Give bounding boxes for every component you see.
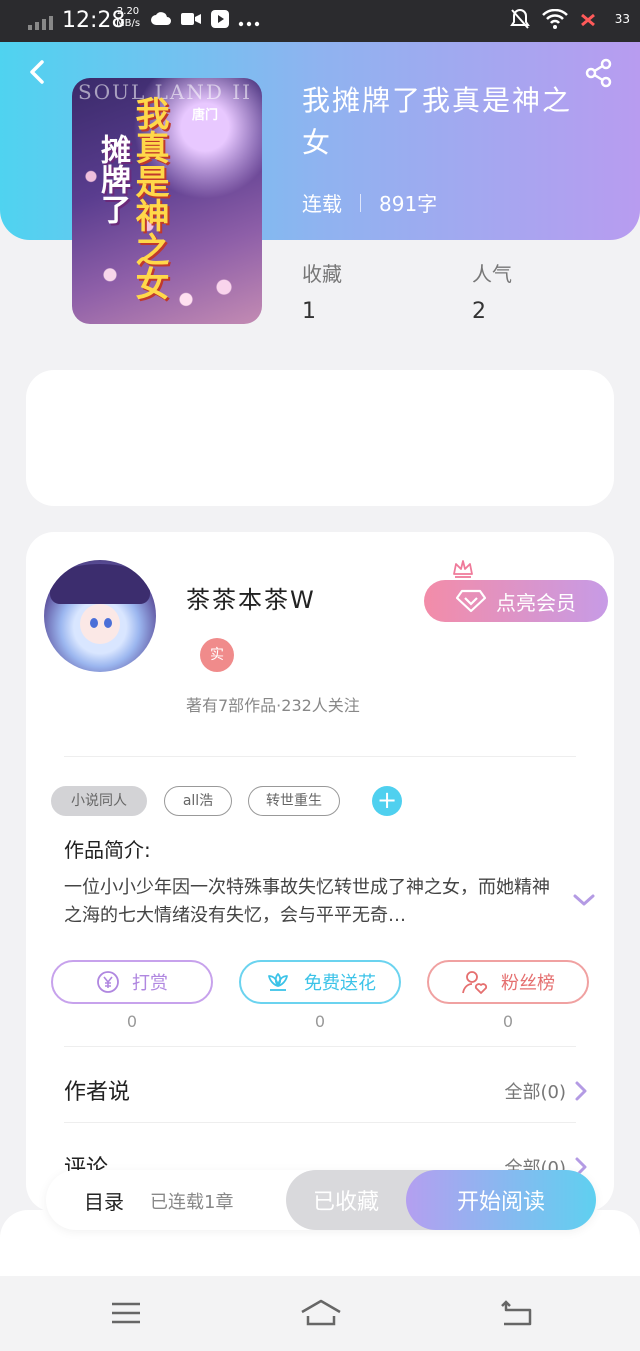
yen-icon — [97, 971, 119, 993]
vip-button[interactable]: 点亮会员 — [424, 580, 608, 622]
notification-icons — [150, 9, 260, 33]
divider — [64, 1046, 576, 1047]
crown-icon — [453, 560, 473, 578]
chevron-down-icon[interactable] — [572, 890, 596, 910]
intro-text: 一位小小少年因一次特殊事故失忆转世成了神之女，而她精神之海的七大情绪没有失忆，会… — [64, 877, 550, 926]
divider — [64, 1122, 576, 1123]
start-reading-button[interactable]: 开始阅读 — [406, 1170, 596, 1230]
author-says-all-label: 全部(0) — [504, 1082, 567, 1103]
tag-item[interactable]: 转世重生 — [248, 786, 340, 816]
vip-label: 点亮会员 — [496, 590, 576, 615]
network-speed-value: 2.20 — [116, 6, 140, 17]
video-icon — [180, 11, 202, 31]
chevron-right-icon — [575, 1081, 587, 1101]
meta-divider — [360, 193, 361, 212]
avatar-eye — [90, 618, 98, 628]
flower-icon — [268, 973, 288, 991]
favorites-label: 收藏 — [302, 262, 342, 286]
collected-label: 已收藏 — [312, 1190, 379, 1215]
tip-button[interactable]: 打赏 — [51, 960, 213, 1004]
cover-author: 唐门 — [192, 108, 219, 123]
book-cover[interactable]: SOUL LAND II 我真是神之女 摊牌了 唐门 — [72, 78, 262, 324]
wifi-icon — [542, 8, 568, 33]
tip-label: 打赏 — [132, 973, 168, 994]
avatar-face — [80, 604, 120, 644]
avatar[interactable] — [44, 560, 156, 672]
tag-item[interactable]: all浩 — [164, 786, 232, 816]
catalog-button[interactable]: 目录 — [84, 1186, 124, 1215]
book-title: 我摊牌了我真是神之女 — [302, 84, 573, 159]
fan-count: 0 — [502, 1012, 514, 1031]
avatar-hat — [50, 564, 150, 604]
back-nav-icon[interactable] — [498, 1298, 534, 1328]
cover-title-secondary: 摊牌了 — [95, 134, 130, 224]
network-speed: 2.20 MB/s — [116, 6, 140, 30]
add-tag-button[interactable]: + — [372, 786, 402, 816]
book-meta: 连载 891字 — [302, 188, 437, 217]
battery-level: 33 — [614, 12, 630, 26]
popularity-label: 人气 — [472, 262, 512, 286]
menu-icon[interactable] — [108, 1298, 144, 1328]
favorites-value: 1 — [302, 299, 316, 324]
book-status: 连载 — [302, 192, 342, 216]
author-name[interactable]: 茶茶本茶W — [186, 580, 316, 615]
chevron-left-icon — [30, 60, 44, 84]
flower-count: 0 — [314, 1012, 326, 1031]
start-reading-label: 开始阅读 — [456, 1190, 545, 1215]
mute-bell-icon — [510, 8, 530, 34]
intro-title: 作品简介: — [64, 838, 151, 862]
send-flower-button[interactable]: 免费送花 — [239, 960, 401, 1004]
send-flower-label: 免费送花 — [304, 973, 376, 994]
tag-item[interactable]: 小说同人 — [51, 786, 147, 816]
word-count: 891字 — [379, 192, 438, 216]
fan-icon — [462, 971, 488, 994]
network-speed-unit: MB/s — [116, 18, 141, 29]
diamond-icon — [456, 589, 486, 613]
popularity-stat: 人气 2 — [472, 258, 512, 324]
cloud-icon — [150, 11, 172, 31]
status-right-icons — [510, 8, 596, 34]
back-button[interactable] — [24, 58, 52, 86]
author-says-title: 作者说 — [64, 1080, 131, 1105]
home-icon[interactable] — [300, 1298, 342, 1328]
cover-title: 我真是神之女 — [129, 96, 169, 300]
play-icon — [210, 9, 230, 33]
more-dots-icon — [238, 12, 260, 31]
popularity-value: 2 — [472, 299, 486, 324]
tip-count: 0 — [126, 1012, 138, 1031]
chapter-count: 已连载1章 — [150, 1192, 234, 1213]
fan-rank-button[interactable]: 粉丝榜 — [427, 960, 589, 1004]
battery-low-icon — [580, 12, 596, 31]
divider — [64, 756, 576, 757]
author-verified-badge: 实 — [200, 638, 234, 672]
blank-card — [26, 370, 614, 506]
author-says-all-link[interactable]: 全部(0) — [505, 1078, 589, 1104]
author-info: 著有7部作品·232人关注 — [186, 696, 360, 715]
signal-icon — [28, 14, 53, 30]
fan-rank-label: 粉丝榜 — [501, 973, 555, 994]
status-bar: 12:28 2.20 MB/s 33 — [0, 0, 640, 42]
avatar-eye — [104, 618, 112, 628]
favorites-stat: 收藏 1 — [302, 258, 342, 324]
